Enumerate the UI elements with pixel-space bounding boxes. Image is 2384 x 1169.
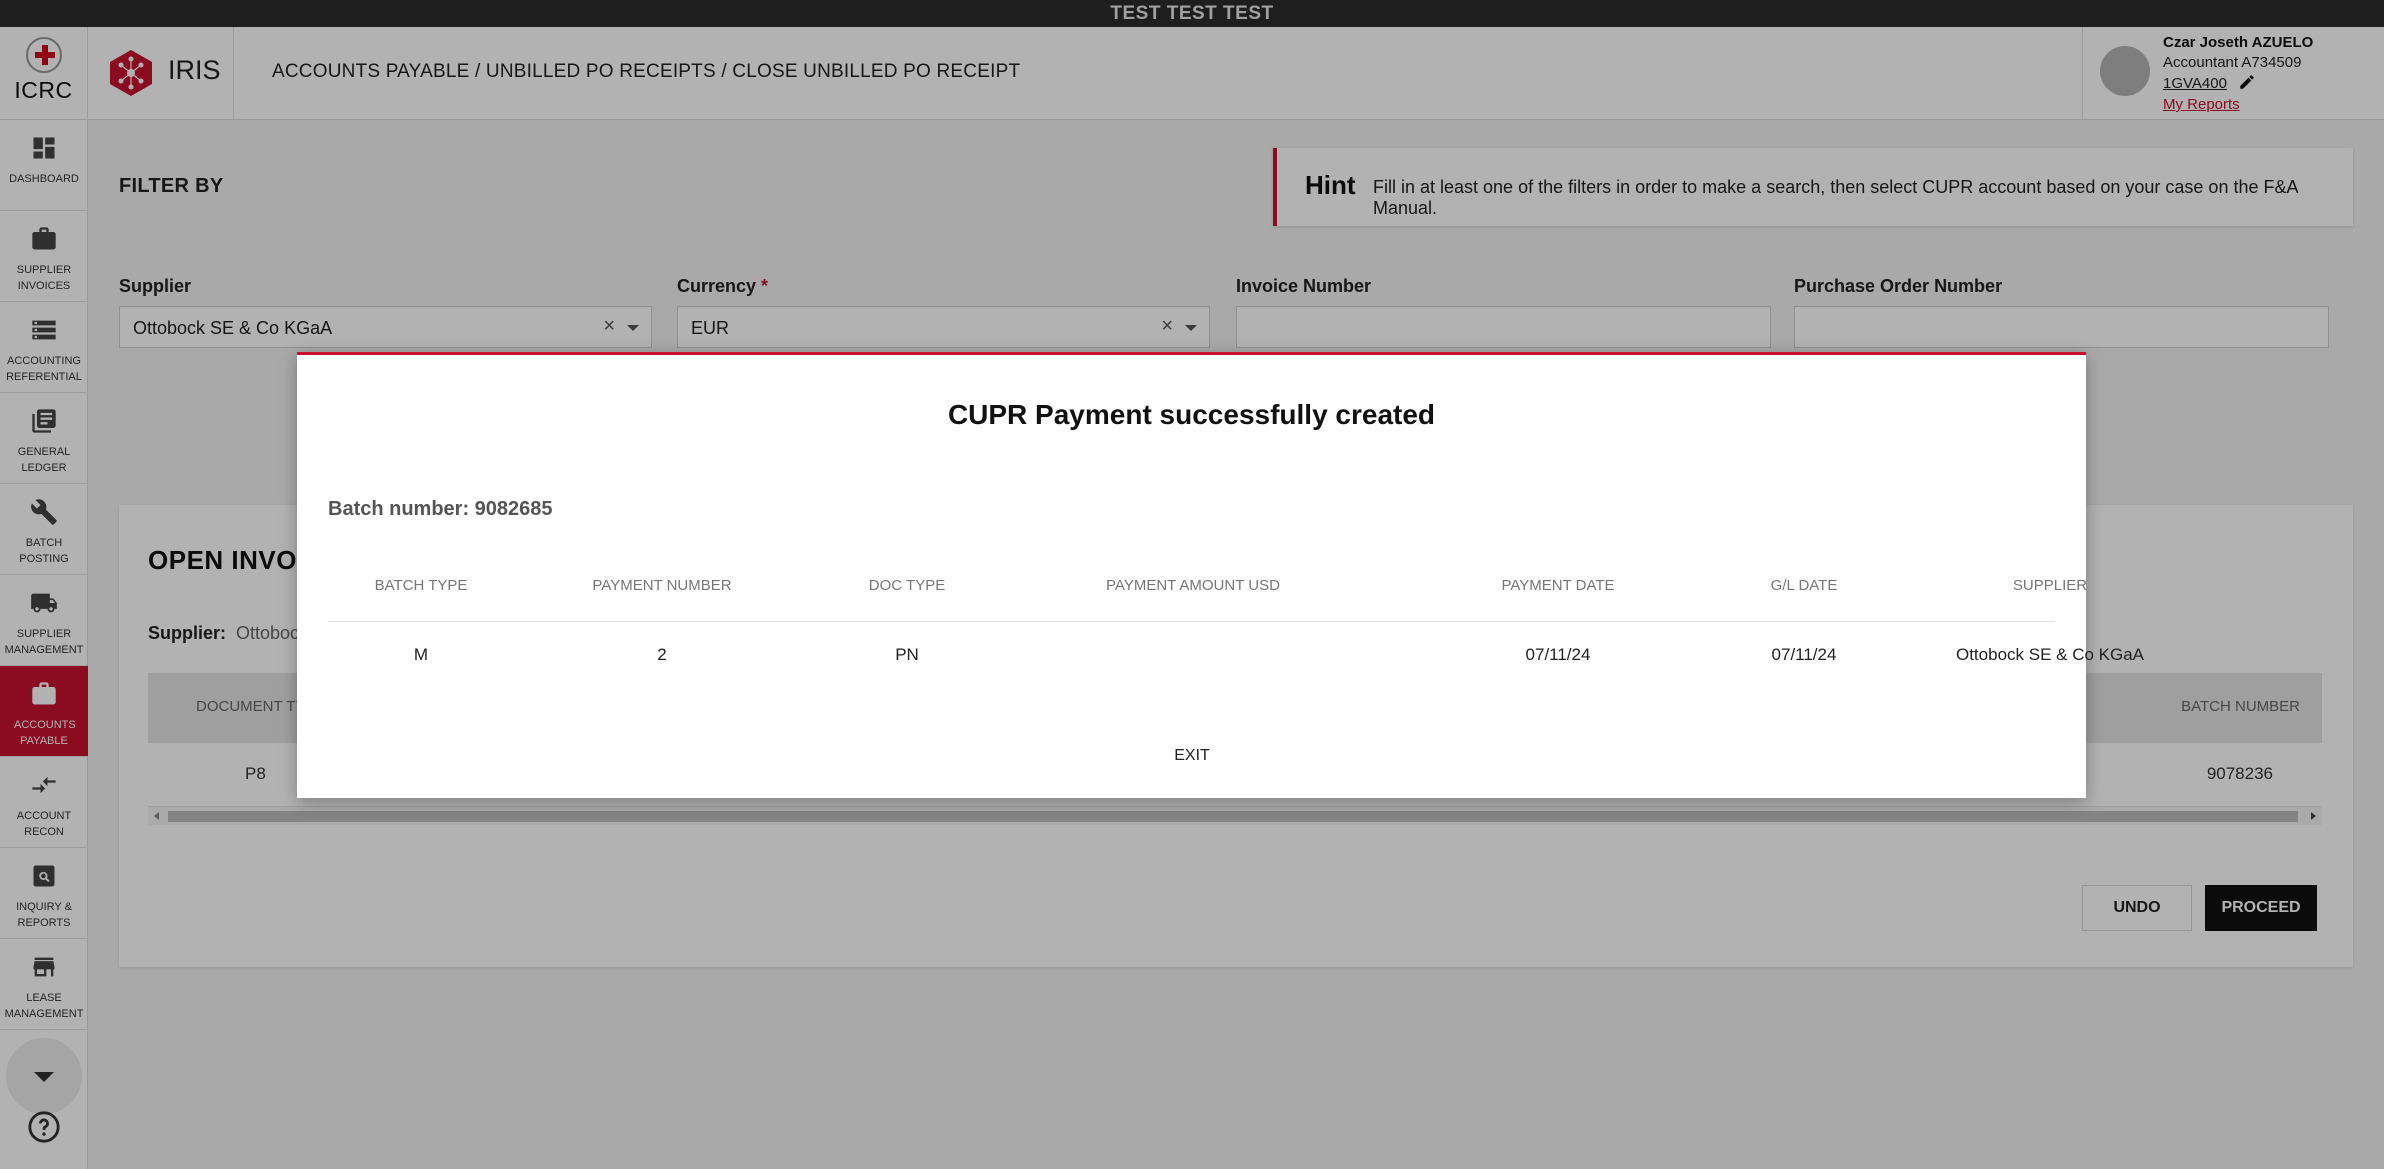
cell-doc-type: PN bbox=[895, 645, 919, 664]
cell-supplier: Ottobock SE & Co KGaA bbox=[1955, 645, 2145, 664]
column-header-supplier: SUPPLIER bbox=[2012, 577, 2088, 594]
batch-number: Batch number: 9082685 bbox=[328, 498, 553, 520]
column-header-payment-date: PAYMENT DATE bbox=[1501, 577, 1615, 594]
column-header-doc-type: DOC TYPE bbox=[868, 577, 946, 594]
cell-gl-date: 07/11/24 bbox=[1771, 645, 1837, 664]
cell-payment-number: 2 bbox=[657, 645, 667, 664]
column-header-payment-number: PAYMENT NUMBER bbox=[592, 577, 732, 594]
column-header-gl-date: G/L DATE bbox=[1770, 577, 1838, 594]
table-divider bbox=[328, 621, 2055, 622]
cell-batch-type: M bbox=[413, 645, 429, 664]
column-header-payment-amount: PAYMENT AMOUNT USD bbox=[1106, 577, 1280, 594]
exit-button[interactable]: EXIT bbox=[1137, 741, 1247, 771]
modal-title: CUPR Payment successfully created bbox=[947, 399, 1436, 430]
column-header-batch-type: BATCH TYPE bbox=[374, 577, 468, 594]
cell-payment-date: 07/11/24 bbox=[1525, 645, 1591, 664]
success-modal: CUPR Payment successfully created Batch … bbox=[297, 352, 2144, 798]
